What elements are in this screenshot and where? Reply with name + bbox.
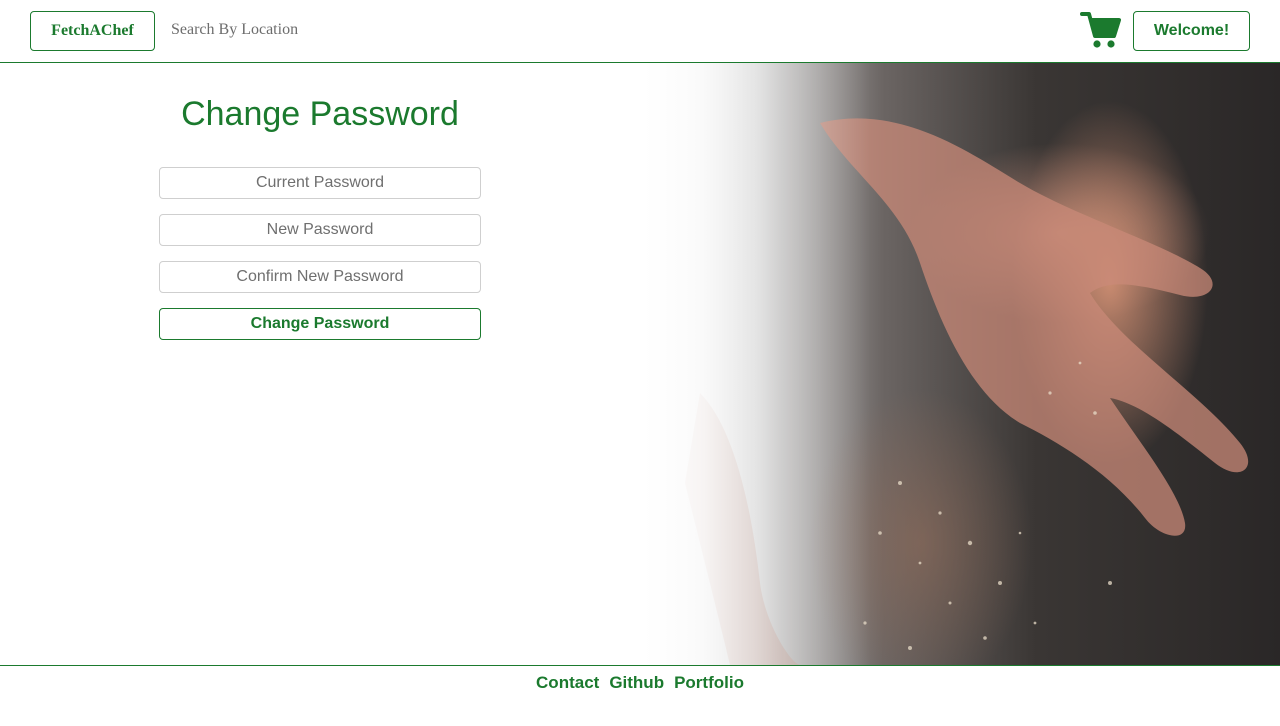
footer: Contact Github Portfolio [0,665,1280,726]
brand-home-button[interactable]: FetchAChef [30,11,155,51]
footer-links: Contact Github Portfolio [0,673,1280,693]
hero-chef-image [640,63,1280,665]
confirm-password-field[interactable] [159,261,481,293]
change-password-form: Change Password Change Password [0,63,640,665]
location-search-input[interactable] [165,14,425,46]
footer-link-portfolio[interactable]: Portfolio [674,673,744,693]
main-content: Change Password Change Password [0,63,1280,665]
footer-link-github[interactable]: Github [609,673,664,693]
footer-link-contact[interactable]: Contact [536,673,599,693]
current-password-field[interactable] [159,167,481,199]
change-password-button[interactable]: Change Password [159,308,481,340]
top-navbar: FetchAChef Welcome! [0,0,1280,63]
page-title: Change Password [181,95,459,133]
shopping-cart-icon[interactable] [1080,10,1122,50]
new-password-field[interactable] [159,214,481,246]
welcome-account-button[interactable]: Welcome! [1133,11,1250,51]
